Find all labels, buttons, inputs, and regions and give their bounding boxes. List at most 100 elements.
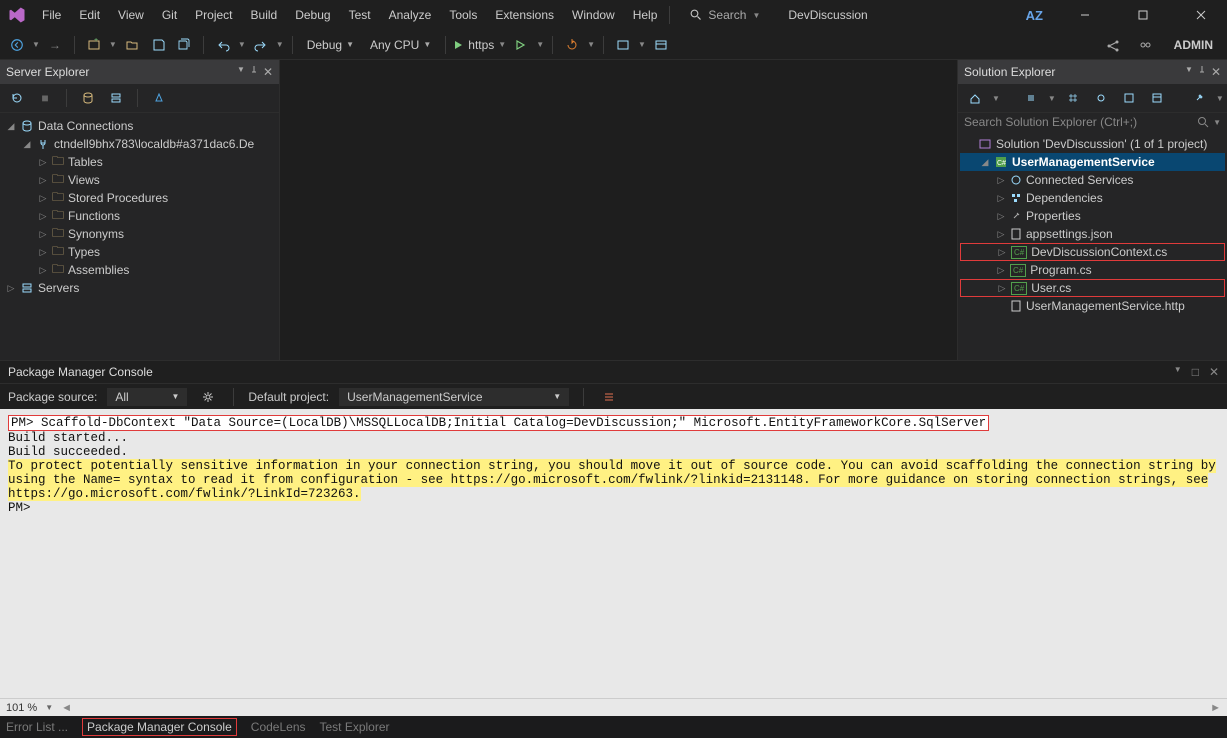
zoom-level[interactable]: 101 % [6, 702, 37, 714]
tree-node-connected-services[interactable]: ▷Connected Services [960, 171, 1225, 189]
tab-codelens[interactable]: CodeLens [251, 720, 306, 734]
tree-node-tables[interactable]: ▷🗀Tables [2, 153, 277, 171]
sync-button[interactable] [1090, 87, 1112, 109]
minimize-button[interactable] [1063, 1, 1107, 29]
tree-node-types[interactable]: ▷🗀Types [2, 243, 277, 261]
dropdown-icon[interactable]: ▼ [1174, 365, 1182, 379]
tree-node-properties[interactable]: ▷Properties [960, 207, 1225, 225]
chevron-down-icon[interactable]: ▼ [587, 40, 595, 49]
maximize-icon[interactable]: □ [1192, 365, 1199, 379]
menu-tools[interactable]: Tools [441, 4, 485, 26]
share-button[interactable] [1102, 34, 1124, 56]
user-badge[interactable]: AZ [1020, 6, 1049, 25]
redo-button[interactable] [250, 34, 272, 56]
undo-button[interactable] [212, 34, 234, 56]
azure-button[interactable] [148, 87, 170, 109]
collapse-button[interactable] [1146, 87, 1168, 109]
chevron-down-icon[interactable]: ▼ [109, 40, 117, 49]
save-all-button[interactable] [173, 34, 195, 56]
tree-node-appsettings[interactable]: ▷appsettings.json [960, 225, 1225, 243]
tree-node-data-connections[interactable]: ◢Data Connections [2, 117, 277, 135]
start-debug-button[interactable]: https▼ [454, 38, 506, 52]
menu-window[interactable]: Window [564, 4, 623, 26]
maximize-button[interactable] [1121, 1, 1165, 29]
start-without-debug-button[interactable] [510, 34, 532, 56]
tree-node-synonyms[interactable]: ▷🗀Synonyms [2, 225, 277, 243]
scroll-left-icon[interactable]: ◄ [61, 702, 72, 714]
dropdown-icon[interactable]: ▼ [237, 65, 245, 79]
properties-button[interactable] [1188, 87, 1210, 109]
menu-build[interactable]: Build [243, 4, 286, 26]
tree-node-assemblies[interactable]: ▷🗀Assemblies [2, 261, 277, 279]
pmc-output[interactable]: PM> Scaffold-DbContext "Data Source=(Loc… [0, 409, 1227, 698]
chevron-down-icon[interactable]: ▼ [1216, 94, 1224, 103]
menu-debug[interactable]: Debug [287, 4, 338, 26]
chevron-down-icon[interactable]: ▼ [1048, 94, 1056, 103]
pending-changes-button[interactable] [1062, 87, 1084, 109]
menu-view[interactable]: View [110, 4, 152, 26]
pmc-header[interactable]: Package Manager Console ▼ □ ✕ [0, 361, 1227, 383]
close-icon[interactable]: ✕ [263, 65, 273, 79]
tree-node-http[interactable]: UserManagementService.http [960, 297, 1225, 315]
save-button[interactable] [147, 34, 169, 56]
tree-node-project[interactable]: ◢C#UserManagementService [960, 153, 1225, 171]
tab-test-explorer[interactable]: Test Explorer [320, 720, 390, 734]
menu-git[interactable]: Git [154, 4, 185, 26]
forward-nav-button[interactable]: → [44, 34, 66, 56]
tree-node-functions[interactable]: ▷🗀Functions [2, 207, 277, 225]
pin-icon[interactable] [249, 65, 259, 79]
pkg-source-dropdown[interactable]: All▼ [107, 388, 187, 406]
hot-reload-button[interactable] [561, 34, 583, 56]
stop-button[interactable]: ■ [34, 87, 56, 109]
search-launch[interactable]: Search ▼ [690, 8, 760, 22]
new-project-button[interactable]: + [83, 34, 105, 56]
tab-package-manager-console[interactable]: Package Manager Console [82, 718, 237, 736]
search-icon[interactable] [1197, 116, 1209, 128]
home-button[interactable] [964, 87, 986, 109]
scroll-right-icon[interactable]: ► [1210, 702, 1221, 714]
tab-error-list[interactable]: Error List ... [6, 720, 68, 734]
tree-node-servers[interactable]: ▷Servers [2, 279, 277, 297]
menu-project[interactable]: Project [187, 4, 240, 26]
pin-icon[interactable] [1197, 65, 1207, 79]
tree-node-program[interactable]: ▷C#Program.cs [960, 261, 1225, 279]
close-icon[interactable]: ✕ [1211, 65, 1221, 79]
chevron-down-icon[interactable]: ▼ [536, 40, 544, 49]
tree-node-connection[interactable]: ◢ctndell9bhx783\localdb#a371dac6.De [2, 135, 277, 153]
chevron-down-icon[interactable]: ▼ [45, 703, 53, 712]
dropdown-icon[interactable]: ▼ [1185, 65, 1193, 79]
tree-node-dependencies[interactable]: ▷Dependencies [960, 189, 1225, 207]
menu-extensions[interactable]: Extensions [487, 4, 562, 26]
default-project-dropdown[interactable]: UserManagementService▼ [339, 388, 569, 406]
open-button[interactable] [121, 34, 143, 56]
clear-button[interactable] [598, 386, 620, 408]
chevron-down-icon[interactable]: ▼ [276, 40, 284, 49]
tree-node-views[interactable]: ▷🗀Views [2, 171, 277, 189]
browse-button[interactable] [612, 34, 634, 56]
menu-file[interactable]: File [34, 4, 69, 26]
chevron-down-icon[interactable]: ▼ [32, 40, 40, 49]
switch-view-button[interactable] [1020, 87, 1042, 109]
connect-server-button[interactable] [105, 87, 127, 109]
solution-explorer-header[interactable]: Solution Explorer ▼ ✕ [958, 60, 1227, 84]
gear-icon[interactable] [197, 386, 219, 408]
tree-node-solution[interactable]: Solution 'DevDiscussion' (1 of 1 project… [960, 135, 1225, 153]
close-icon[interactable]: ✕ [1209, 365, 1219, 379]
refresh-button[interactable] [6, 87, 28, 109]
chevron-down-icon[interactable]: ▼ [238, 40, 246, 49]
server-explorer-header[interactable]: Server Explorer ▼ ✕ [0, 60, 279, 84]
menu-analyze[interactable]: Analyze [381, 4, 440, 26]
tree-node-user[interactable]: ▷C#User.cs [960, 279, 1225, 297]
settings-button[interactable] [650, 34, 672, 56]
chevron-down-icon[interactable]: ▼ [1213, 118, 1221, 127]
menu-test[interactable]: Test [341, 4, 379, 26]
live-share-button[interactable] [1134, 34, 1156, 56]
show-all-button[interactable] [1118, 87, 1140, 109]
chevron-down-icon[interactable]: ▼ [992, 94, 1000, 103]
menu-edit[interactable]: Edit [71, 4, 108, 26]
connect-db-button[interactable] [77, 87, 99, 109]
platform-dropdown[interactable]: Any CPU▼ [364, 36, 437, 54]
back-nav-button[interactable] [6, 34, 28, 56]
config-dropdown[interactable]: Debug▼ [301, 36, 360, 54]
close-button[interactable] [1179, 1, 1223, 29]
